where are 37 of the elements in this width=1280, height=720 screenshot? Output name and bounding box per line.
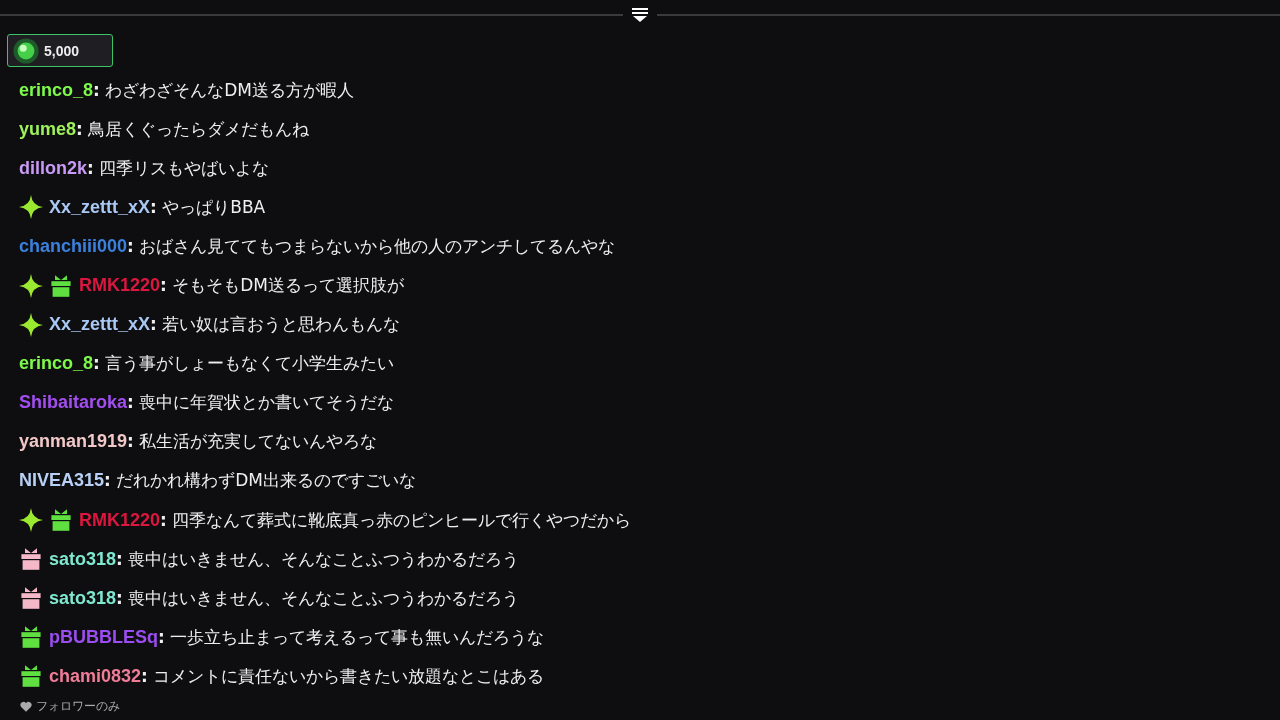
message-text: : 四季リスもやばいよな bbox=[87, 156, 270, 180]
message-text: : わざわざそんなDM送る方が暇人 bbox=[93, 78, 355, 102]
message-text: : おばさん見ててもつまらないから他の人のアンチしてるんやな bbox=[127, 234, 616, 258]
username[interactable]: sato318 bbox=[49, 548, 117, 570]
username[interactable]: erinco_8 bbox=[19, 353, 94, 375]
message-text: : 喪中に年賀状とか書いてそうだな bbox=[127, 391, 395, 415]
message-text: : 喪中はいきません、そんなことふつうわかるだろう bbox=[116, 547, 520, 571]
message-text: : 言う事がしょーもなくて小学生みたい bbox=[93, 352, 395, 376]
message-text: : コメントに責任ないから書きたい放題なとこはある bbox=[141, 664, 545, 688]
username[interactable]: sato318 bbox=[49, 587, 117, 609]
username[interactable]: Xx_zettt_xX bbox=[49, 314, 151, 336]
username[interactable]: pBUBBLESq bbox=[49, 626, 158, 648]
message-text: : 一歩立ち止まって考えるって事も無いんだろうな bbox=[158, 625, 545, 649]
username[interactable]: chanchiii000 bbox=[19, 235, 128, 257]
scroll-down-icon[interactable] bbox=[631, 8, 649, 22]
username[interactable]: Xx_zettt_xX bbox=[49, 196, 151, 218]
message-text: : 私生活が充実してないんやろな bbox=[127, 430, 378, 454]
points-icon bbox=[12, 36, 40, 65]
heart-icon bbox=[20, 701, 32, 712]
username[interactable]: NIVEA315 bbox=[19, 470, 105, 492]
username[interactable]: yume8 bbox=[19, 118, 77, 140]
username[interactable]: chami0832 bbox=[49, 665, 142, 687]
username[interactable]: RMK1220 bbox=[79, 509, 161, 531]
username[interactable]: yanman1919 bbox=[19, 431, 128, 453]
username[interactable]: Shibaitaroka bbox=[19, 392, 128, 414]
message-text: : 若い奴は言おうと思わんもんな bbox=[150, 313, 401, 337]
message-text: : だれかれ構わずDM出来るのですごいな bbox=[104, 469, 417, 493]
message-text: : そもそもDM送るって選択肢が bbox=[160, 274, 405, 297]
username[interactable]: dillon2k bbox=[19, 157, 87, 179]
channel-points-button[interactable]: 5,000 bbox=[7, 34, 113, 67]
message-text: : 喪中はいきません、そんなことふつうわかるだろう bbox=[116, 586, 520, 610]
username[interactable]: RMK1220 bbox=[79, 275, 161, 296]
message-text: : やっぱりBBA bbox=[150, 195, 266, 219]
username[interactable]: erinco_8 bbox=[19, 79, 94, 101]
followers-only-label: フォロワーのみ bbox=[36, 698, 120, 715]
message-text: : 鳥居くぐったらダメだもんね bbox=[76, 117, 310, 141]
message-text: : 四季なんて葬式に靴底真っ赤のピンヒールで行くやつだから bbox=[160, 508, 632, 532]
